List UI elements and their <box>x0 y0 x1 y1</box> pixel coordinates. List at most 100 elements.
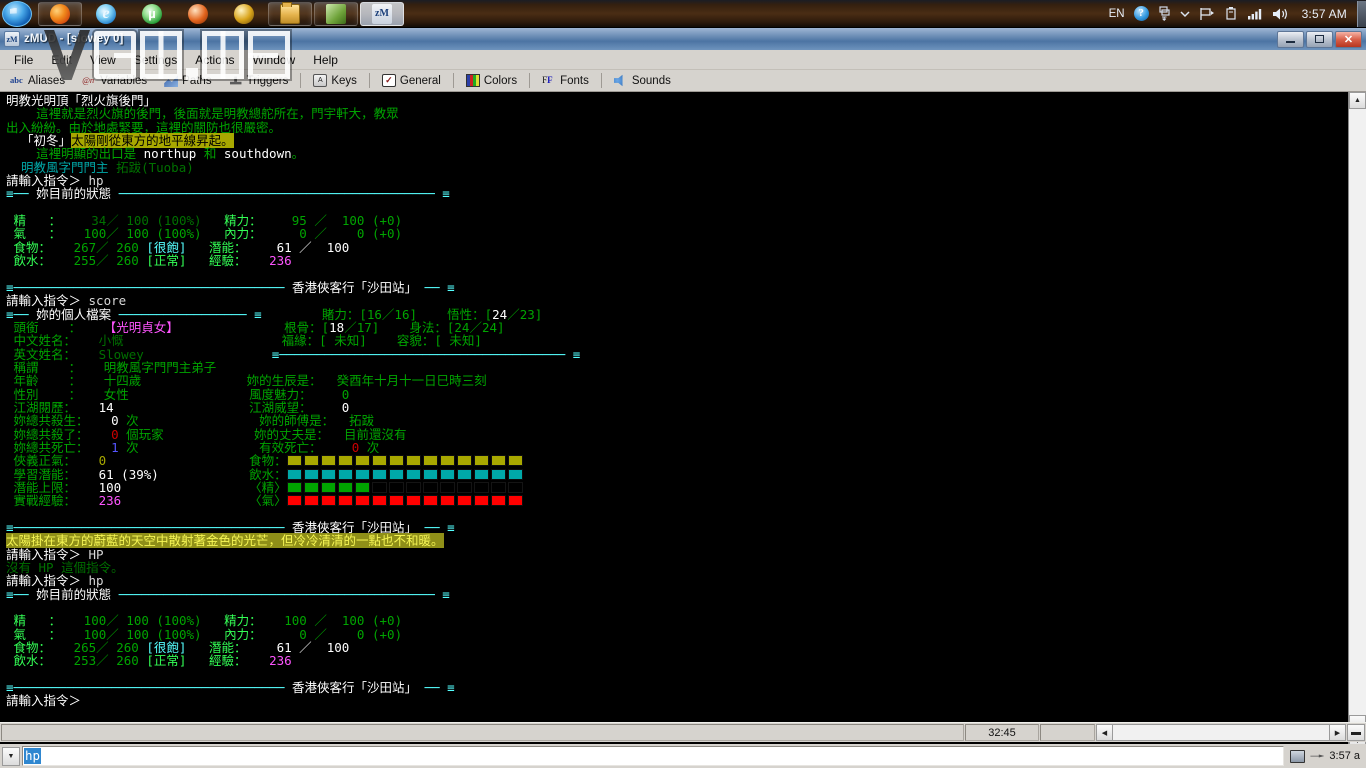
toolbar-button-colors[interactable]: Colors <box>458 71 525 90</box>
status-cell <box>303 468 319 480</box>
taskbar-item-green-app[interactable] <box>314 1 358 26</box>
toolbar-label-keys: Keys <box>331 74 357 87</box>
triggers-icon <box>229 76 242 85</box>
horizontal-scrollbar[interactable]: ◀ ▶ <box>1096 724 1346 741</box>
firefox-icon <box>50 3 70 24</box>
taskbar-item-firefox[interactable] <box>38 1 82 26</box>
taskbar-item-thunder[interactable] <box>176 2 220 26</box>
terminal-output[interactable]: 明教光明頂「烈火旗後門」 這裡就是烈火旗的後門，後面就是明教總舵所在，門宇軒大，… <box>0 92 1348 750</box>
status-cell <box>490 455 506 467</box>
toolbar-button-sounds[interactable]: Sounds <box>606 71 679 90</box>
toolbar-separator-1 <box>300 73 302 88</box>
action-center-icon[interactable] <box>1158 6 1171 21</box>
status-cell <box>507 481 523 493</box>
restore-icon <box>1315 35 1324 43</box>
bar-qi <box>286 494 525 507</box>
terminal-lines: 明教光明頂「烈火旗後門」 這裡就是烈火旗的後門，後面就是明教總舵所在，門宇軒大，… <box>6 94 1348 708</box>
status-cell <box>388 468 404 480</box>
language-indicator[interactable]: EN <box>1109 8 1125 20</box>
status-cell <box>337 468 353 480</box>
command-input[interactable]: hp <box>22 746 1285 766</box>
status-cell <box>456 455 472 467</box>
window-title-bar: zM zMUD - [slowey 0] ✕ <box>0 28 1366 50</box>
menu-item-file[interactable]: File <box>6 51 41 69</box>
help-icon[interactable]: ? <box>1133 6 1149 21</box>
chevron-down-icon[interactable] <box>1180 10 1190 18</box>
horizontal-scroll-track[interactable] <box>1113 724 1329 741</box>
menu-item-help[interactable]: Help <box>305 51 346 69</box>
toolbar-button-fonts[interactable]: FF Fonts <box>534 71 597 90</box>
toolbar-button-triggers[interactable]: Triggers <box>221 71 297 90</box>
status-cell <box>473 481 489 493</box>
minimize-button[interactable] <box>1277 30 1304 48</box>
toolbar-separator-5 <box>600 73 602 88</box>
taskbar-item-internet-explorer[interactable]: e <box>84 2 128 26</box>
network-icon[interactable] <box>1247 7 1263 20</box>
status-cell <box>388 455 404 467</box>
connection-icon[interactable] <box>1290 749 1306 763</box>
status-cell <box>354 495 370 507</box>
terminal-line: 請輸入指令＞ hp <box>6 573 104 589</box>
close-button[interactable]: ✕ <box>1335 30 1362 48</box>
toolbar-button-keys[interactable]: A Keys <box>305 71 365 90</box>
status-cell <box>507 495 523 507</box>
bar-jing <box>286 481 525 494</box>
menu-item-settings[interactable]: Settings <box>126 51 185 69</box>
status-close-icon[interactable]: ▬ <box>1347 724 1365 741</box>
terminal-line: 這裡明顯的出口是 northup 和 southdown。 <box>6 146 305 162</box>
terminal-vertical-scrollbar[interactable]: ▲ ▼ <box>1348 92 1366 750</box>
status-cell <box>456 481 472 493</box>
taskbar-item-zmud[interactable]: zM <box>360 1 404 26</box>
toolbar-separator-3 <box>452 73 454 88</box>
terminal-line: 江湖閱歷： 14 江湖威望： 0 <box>6 399 350 415</box>
edit-icon[interactable] <box>1310 754 1325 758</box>
scroll-track[interactable] <box>1349 109 1366 733</box>
terminal-line: 飲水： 253／ 260 [正常] 經驗： 236 <box>6 653 292 669</box>
gold-app-icon <box>234 3 254 24</box>
terminal-line: 沒有 HP 這個指令。 <box>6 560 124 576</box>
taskbar-item-utorrent[interactable]: µ <box>130 2 174 26</box>
toolbar-button-aliases[interactable]: abc Aliases <box>2 71 73 90</box>
menu-item-edit[interactable]: Edit <box>43 51 80 69</box>
menu-item-actions[interactable]: Actions <box>187 51 242 69</box>
menu-item-window[interactable]: Window <box>245 51 304 69</box>
toolbar-button-variables[interactable]: @n Variables <box>74 71 155 90</box>
status-cell <box>337 455 353 467</box>
terminal-line: 請輸入指令＞ <box>6 693 82 709</box>
status-cell <box>456 495 472 507</box>
status-cell <box>371 468 387 480</box>
flag-icon[interactable] <box>1199 7 1215 21</box>
taskbar-item-explorer[interactable] <box>268 1 312 26</box>
show-desktop-button[interactable] <box>1357 0 1366 27</box>
menu-item-view[interactable]: View <box>82 51 124 69</box>
status-bar: 32:45 ◀ ▶ ▬ <box>0 722 1366 742</box>
terminal-line: 飲水： 255／ 260 [正常] 經驗： 236 <box>6 253 292 269</box>
terminal-line: 食物： 267／ 260 [很飽] 潛能： 61 ／ 100 <box>6 239 350 255</box>
terminal-line: 中文姓名： 小慨 福緣：[ 未知] 容貌：[ 未知] <box>6 333 482 349</box>
scroll-right-icon[interactable]: ▶ <box>1329 724 1346 741</box>
taskbar-item-gold-app[interactable] <box>222 2 266 26</box>
status-cell <box>354 481 370 493</box>
terminal-area: 明教光明頂「烈火旗後門」 這裡就是烈火旗的後門，後面就是明教總舵所在，門宇軒大，… <box>0 92 1366 750</box>
battery-icon[interactable] <box>1224 6 1238 21</box>
scroll-left-icon[interactable]: ◀ <box>1096 724 1113 741</box>
terminal-line: 性別 ： 女性 風度魅力： 0 <box>6 386 350 402</box>
status-cell <box>439 455 455 467</box>
status-cell <box>286 495 302 507</box>
status-cell <box>473 468 489 480</box>
toolbar-button-general[interactable]: ✓ General <box>374 71 449 90</box>
status-cell <box>439 495 455 507</box>
restore-button[interactable] <box>1306 30 1333 48</box>
start-button[interactable] <box>2 0 32 27</box>
toolbar-button-paths[interactable]: Paths <box>156 71 219 90</box>
scroll-up-icon[interactable]: ▲ <box>1349 92 1366 109</box>
volume-icon[interactable] <box>1272 7 1289 21</box>
main-toolbar: abc Aliases @n Variables Paths Triggers … <box>0 70 1366 92</box>
command-history-dropdown[interactable]: ▼ <box>2 746 20 766</box>
taskbar-clock[interactable]: 3:57 AM <box>1302 7 1347 21</box>
ie-icon: e <box>96 3 116 24</box>
command-bar: ▼ hp 3:57 a <box>0 744 1366 768</box>
